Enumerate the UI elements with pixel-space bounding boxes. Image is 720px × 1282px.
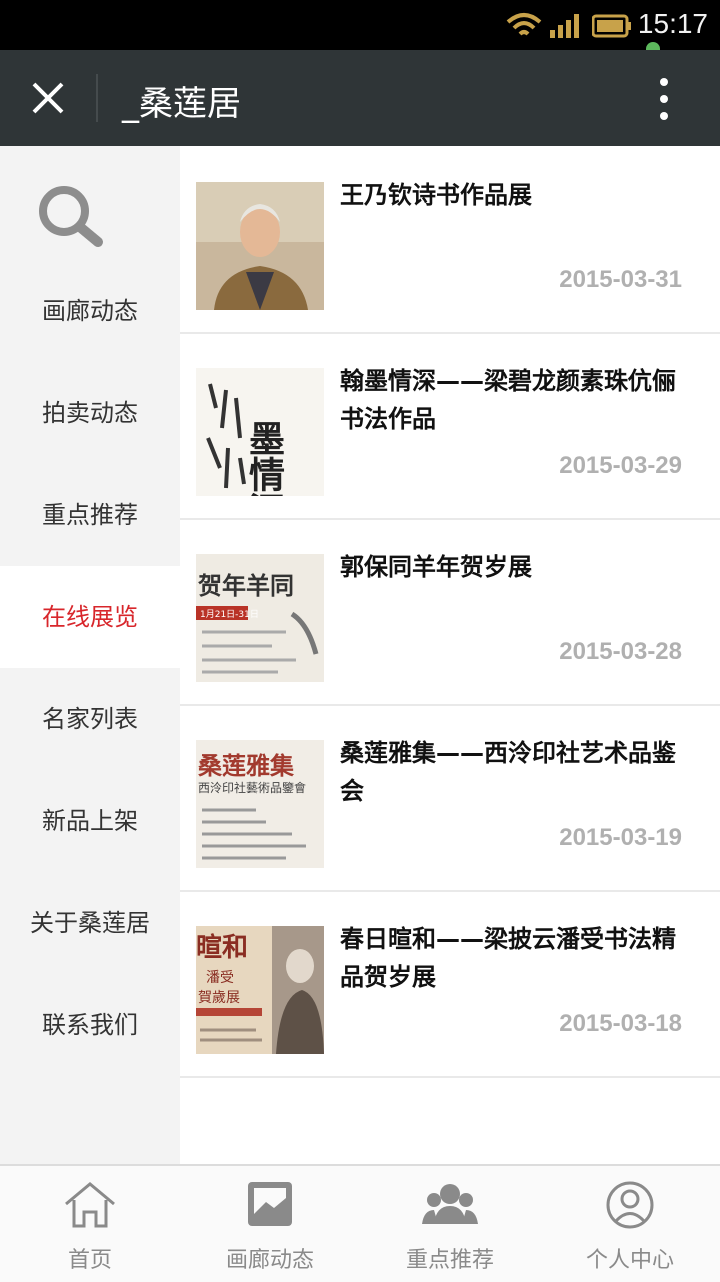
svg-text:潘受: 潘受 [206, 970, 234, 986]
exhibition-date: 2015-03-19 [559, 824, 682, 851]
svg-text:西泠印社藝術品鑒會: 西泠印社藝術品鑒會 [198, 780, 306, 795]
header-divider [96, 74, 98, 122]
list-item[interactable]: 贺年羊同 1月21日-31日 郭保同羊年贺岁展 2015-03-28 [180, 518, 720, 706]
tab-label: 首页 [67, 1248, 112, 1273]
sidebar-item-artist-list[interactable]: 名家列表 [0, 668, 180, 770]
notification-dot [646, 42, 660, 50]
exhibition-date: 2015-03-28 [559, 638, 682, 665]
list-item[interactable]: 王乃钦诗书作品展 2015-03-31 [180, 146, 720, 334]
tab-label: 画廊动态 [225, 1248, 314, 1273]
status-bar: 15:17 [0, 0, 720, 50]
sidebar-item-about[interactable]: 关于桑莲居 [0, 872, 180, 974]
sidebar-item-online-exhibition[interactable]: 在线展览 [0, 566, 180, 668]
exhibition-date: 2015-03-29 [559, 452, 682, 479]
app-header: _桑莲居 [0, 50, 720, 146]
exhibition-title: 郭保同羊年贺岁展 [340, 553, 532, 581]
tab-label: 重点推荐 [405, 1248, 494, 1273]
sidebar: 画廊动态 拍卖动态 重点推荐 在线展览 名家列表 新品上架 关于桑莲居 联系我们 [0, 146, 180, 1164]
tab-recommended[interactable]: 重点推荐 [360, 1166, 540, 1282]
sidebar-item-new-arrivals[interactable]: 新品上架 [0, 770, 180, 872]
sidebar-item-recommended[interactable]: 重点推荐 [0, 464, 180, 566]
svg-text:1月21日-31日: 1月21日-31日 [200, 609, 259, 620]
search-icon[interactable] [36, 184, 104, 248]
signal-icon [550, 14, 579, 38]
gallery-icon [248, 1182, 292, 1226]
exhibition-title: 桑莲雅集——西泠印社艺术品鉴会 [340, 739, 676, 805]
wifi-icon [506, 13, 542, 36]
exhibition-date: 2015-03-31 [559, 266, 682, 293]
page-title: _桑莲居 [122, 84, 241, 124]
tab-gallery-news[interactable]: 画廊动态 [180, 1166, 360, 1282]
svg-text:贺年羊同: 贺年羊同 [198, 571, 294, 600]
sidebar-item-gallery-news[interactable]: 画廊动态 [0, 260, 180, 362]
exhibition-thumbnail: 贺年羊同 1月21日-31日 [196, 554, 324, 682]
exhibition-thumbnail: 暄和 潘受 賀歲展 [196, 926, 324, 1054]
exhibition-list: 王乃钦诗书作品展 2015-03-31 墨情深 翰墨情深——梁碧龙颜素珠伉俪书法… [180, 146, 720, 1164]
exhibition-thumbnail: 桑莲雅集 西泠印社藝術品鑒會 [196, 740, 324, 868]
sidebar-item-contact[interactable]: 联系我们 [0, 974, 180, 1076]
user-icon [606, 1181, 654, 1229]
close-icon[interactable] [24, 74, 72, 122]
exhibition-title: 翰墨情深——梁碧龙颜素珠伉俪书法作品 [340, 367, 676, 433]
list-item[interactable]: 桑莲雅集 西泠印社藝術品鑒會 桑莲雅集——西泠印社艺术品鉴会 2015-03-1… [180, 704, 720, 892]
tab-profile[interactable]: 个人中心 [540, 1166, 720, 1282]
exhibition-date: 2015-03-18 [559, 1010, 682, 1037]
more-menu-icon[interactable] [650, 74, 678, 124]
tab-home[interactable]: 首页 [0, 1166, 180, 1282]
svg-text:賀歲展: 賀歲展 [198, 990, 240, 1006]
exhibition-title: 春日暄和——梁披云潘受书法精品贺岁展 [340, 925, 676, 991]
svg-text:暄和: 暄和 [196, 932, 248, 963]
bottom-tab-bar: 首页 画廊动态 重点推荐 个人中心 [0, 1164, 720, 1282]
people-icon [422, 1184, 478, 1224]
home-icon [65, 1182, 115, 1228]
sidebar-item-auction-news[interactable]: 拍卖动态 [0, 362, 180, 464]
list-item[interactable]: 暄和 潘受 賀歲展 春日暄和——梁披云潘受书法精品贺岁展 2015-03-18 [180, 890, 720, 1078]
list-item[interactable]: 墨情深 翰墨情深——梁碧龙颜素珠伉俪书法作品 2015-03-29 [180, 332, 720, 520]
svg-text:桑莲雅集: 桑莲雅集 [198, 751, 295, 780]
exhibition-title: 王乃钦诗书作品展 [340, 181, 532, 209]
battery-icon [592, 14, 631, 38]
status-time: 15:17 [637, 8, 708, 39]
exhibition-thumbnail [196, 182, 324, 310]
svg-text:墨情深: 墨情深 [243, 420, 285, 496]
tab-label: 个人中心 [585, 1248, 674, 1273]
exhibition-thumbnail: 墨情深 [196, 368, 324, 496]
